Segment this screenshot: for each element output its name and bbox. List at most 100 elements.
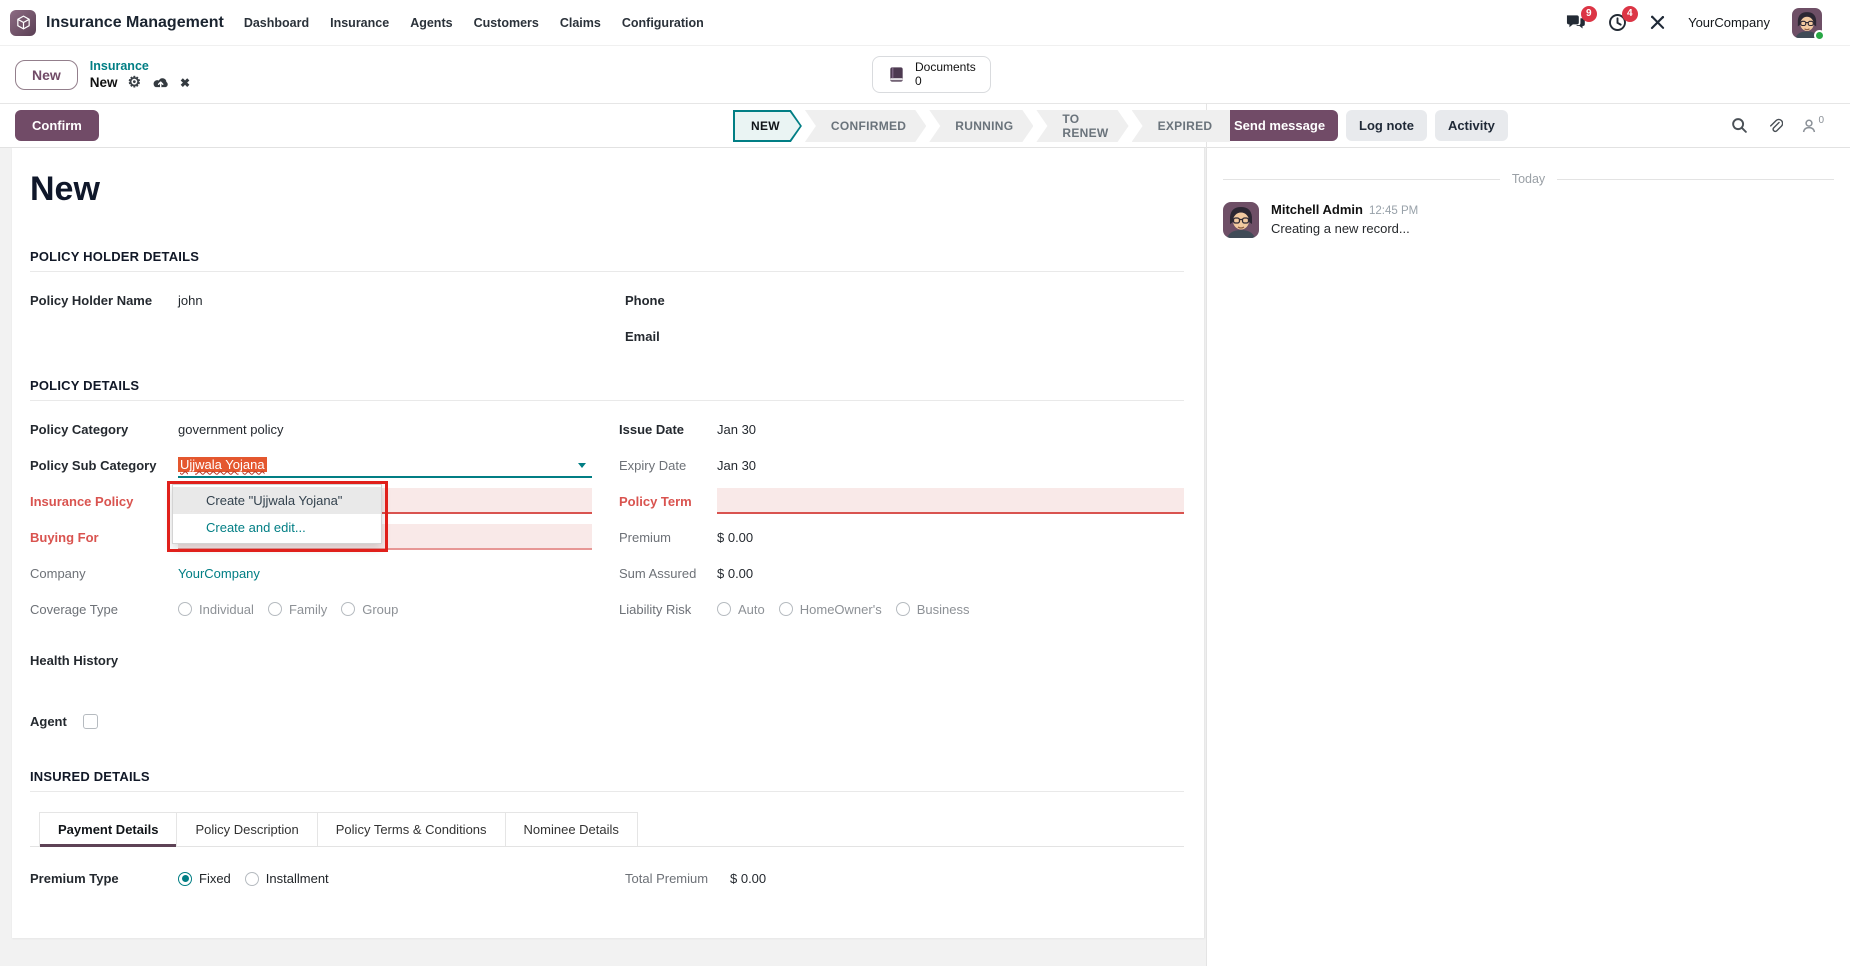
gear-icon[interactable]: ⚙ — [128, 75, 141, 90]
tab-policy-description[interactable]: Policy Description — [177, 812, 318, 847]
agent-checkbox[interactable] — [82, 714, 98, 730]
status-step-confirmed[interactable]: CONFIRMED — [805, 110, 926, 142]
field-issue-date: Issue Date Jan 30 — [619, 411, 1184, 447]
online-status-dot — [1814, 29, 1825, 41]
menu-claims[interactable]: Claims — [558, 12, 603, 34]
policy-category-input[interactable]: government policy — [178, 422, 284, 437]
sheet-background: New POLICY HOLDER DETAILS Policy Holder … — [0, 148, 1206, 966]
field-premium: Premium $ 0.00 — [619, 519, 1184, 555]
menu-dashboard[interactable]: Dashboard — [242, 12, 311, 34]
tab-payment-details[interactable]: Payment Details — [39, 812, 178, 848]
premium-type-installment-option[interactable]: Installment — [244, 871, 329, 886]
policy-holder-name-input[interactable]: john — [178, 293, 203, 308]
company-value-link[interactable]: YourCompany — [178, 566, 260, 581]
tab-nominee-details[interactable]: Nominee Details — [505, 812, 638, 847]
log-note-button[interactable]: Log note — [1346, 110, 1427, 141]
menu-agents[interactable]: Agents — [408, 12, 454, 34]
status-step-new[interactable]: NEW — [733, 110, 802, 142]
activity-button[interactable]: Activity — [1434, 110, 1508, 141]
phone-label: Phone — [625, 292, 665, 308]
field-policy-term: Policy Term — [619, 483, 1184, 519]
message-author-avatar — [1223, 202, 1259, 238]
issue-date-input[interactable]: Jan 30 — [717, 422, 756, 437]
breadcrumb-insurance-link[interactable]: Insurance — [90, 58, 190, 74]
coverage-individual-option[interactable]: Individual — [178, 602, 254, 617]
debug-tools-button[interactable] — [1649, 14, 1666, 31]
radio-unchecked-icon — [778, 602, 793, 617]
coverage-group-option[interactable]: Group — [341, 602, 398, 617]
followers-button[interactable]: 0 — [1801, 114, 1824, 134]
messages-menu-button[interactable]: 9 — [1565, 6, 1598, 32]
field-sum-assured: Sum Assured $ 0.00 — [619, 555, 1184, 591]
date-divider: Today — [1223, 172, 1835, 186]
attach-files-button[interactable] — [1766, 117, 1784, 134]
app-logo[interactable] — [10, 9, 36, 36]
notebook-tabs: Payment Details Policy Description Polic… — [30, 812, 1184, 848]
discard-icon[interactable]: ✖ — [180, 77, 190, 89]
radio-unchecked-icon — [244, 871, 259, 886]
policy-holder-name-label: Policy Holder Name — [30, 292, 153, 308]
new-record-button[interactable]: New — [15, 59, 78, 90]
user-avatar[interactable] — [1792, 7, 1825, 41]
buying-for-label: Buying For — [30, 529, 99, 545]
coverage-type-label: Coverage Type — [30, 601, 118, 617]
search-icon — [1732, 118, 1748, 133]
record-title: New — [30, 170, 100, 208]
documents-count: 0 — [915, 73, 922, 88]
message-timestamp: 12:45 PM — [1368, 205, 1419, 217]
agent-label: Agent — [30, 714, 67, 730]
menu-configuration[interactable]: Configuration — [620, 12, 706, 34]
dropdown-create-and-edit-option[interactable]: Create and edit... — [173, 514, 381, 541]
premium-type-fixed-option[interactable]: Fixed — [178, 871, 231, 886]
menu-customers[interactable]: Customers — [472, 12, 541, 34]
field-phone: Phone — [625, 282, 1184, 318]
documents-stat-button[interactable]: Documents 0 — [872, 56, 991, 93]
payment-details-tab-content: Premium Type Fixed Installment Total Pre… — [30, 871, 1184, 886]
email-label: Email — [625, 328, 660, 344]
expiry-date-input[interactable]: Jan 30 — [717, 458, 756, 473]
liability-business-option[interactable]: Business — [895, 602, 969, 617]
field-liability-risk: Liability Risk Auto HomeOwner's Business — [619, 591, 1184, 627]
total-premium-label: Total Premium — [625, 871, 709, 887]
liability-auto-option[interactable]: Auto — [717, 602, 765, 617]
issue-date-label: Issue Date — [619, 421, 685, 437]
breadcrumb-current: New — [89, 74, 118, 90]
activities-badge: 4 — [1621, 6, 1639, 22]
chatter-panel: Send message Log note Activity 0 Today M… — [1206, 103, 1850, 966]
status-step-expired[interactable]: EXPIRED — [1131, 110, 1231, 142]
search-messages-button[interactable] — [1731, 117, 1748, 134]
premium-input[interactable]: $ 0.00 — [717, 530, 753, 545]
coverage-family-option[interactable]: Family — [267, 602, 327, 617]
dropdown-create-option[interactable]: Create "Ujjwala Yojana" — [173, 487, 381, 514]
company-switcher[interactable]: YourCompany — [1688, 15, 1770, 30]
status-steps: NEW CONFIRMED RUNNING TO RENEW EXPIRED — [733, 110, 1233, 142]
send-message-button[interactable]: Send message — [1221, 110, 1339, 141]
followers-count: 0 — [1818, 114, 1824, 126]
activities-menu-button[interactable]: 4 — [1608, 6, 1639, 32]
policy-term-input[interactable] — [717, 488, 1184, 515]
sum-assured-input[interactable]: $ 0.00 — [717, 566, 753, 581]
status-step-to-renew[interactable]: TO RENEW — [1036, 110, 1128, 142]
liability-homeowners-option[interactable]: HomeOwner's — [778, 602, 882, 617]
message-author: Mitchell Admin — [1271, 202, 1363, 217]
policy-category-label: Policy Category — [30, 421, 129, 437]
radio-unchecked-icon — [717, 602, 731, 617]
expiry-date-label: Expiry Date — [619, 457, 687, 473]
tab-policy-terms-conditions[interactable]: Policy Terms & Conditions — [317, 812, 506, 847]
breadcrumb: Insurance New ⚙ ✖ — [90, 58, 190, 92]
menu-insurance[interactable]: Insurance — [328, 12, 391, 34]
policy-sub-category-input[interactable]: Ujjwala Yojana — [178, 452, 592, 479]
status-step-running[interactable]: RUNNING — [929, 110, 1033, 142]
cloud-save-icon[interactable] — [151, 76, 170, 90]
premium-label: Premium — [619, 529, 672, 545]
tools-icon — [1649, 14, 1666, 31]
confirm-button[interactable]: Confirm — [15, 110, 99, 141]
cube-logo-icon — [15, 14, 32, 31]
date-divider-label: Today — [1511, 172, 1546, 186]
field-company: Company YourCompany — [30, 555, 619, 591]
radio-checked-icon — [178, 871, 192, 886]
app-title: Insurance Management — [46, 13, 224, 31]
field-agent: Agent — [30, 714, 1184, 730]
policy-term-label: Policy Term — [619, 493, 692, 509]
health-history-label: Health History — [30, 653, 119, 669]
